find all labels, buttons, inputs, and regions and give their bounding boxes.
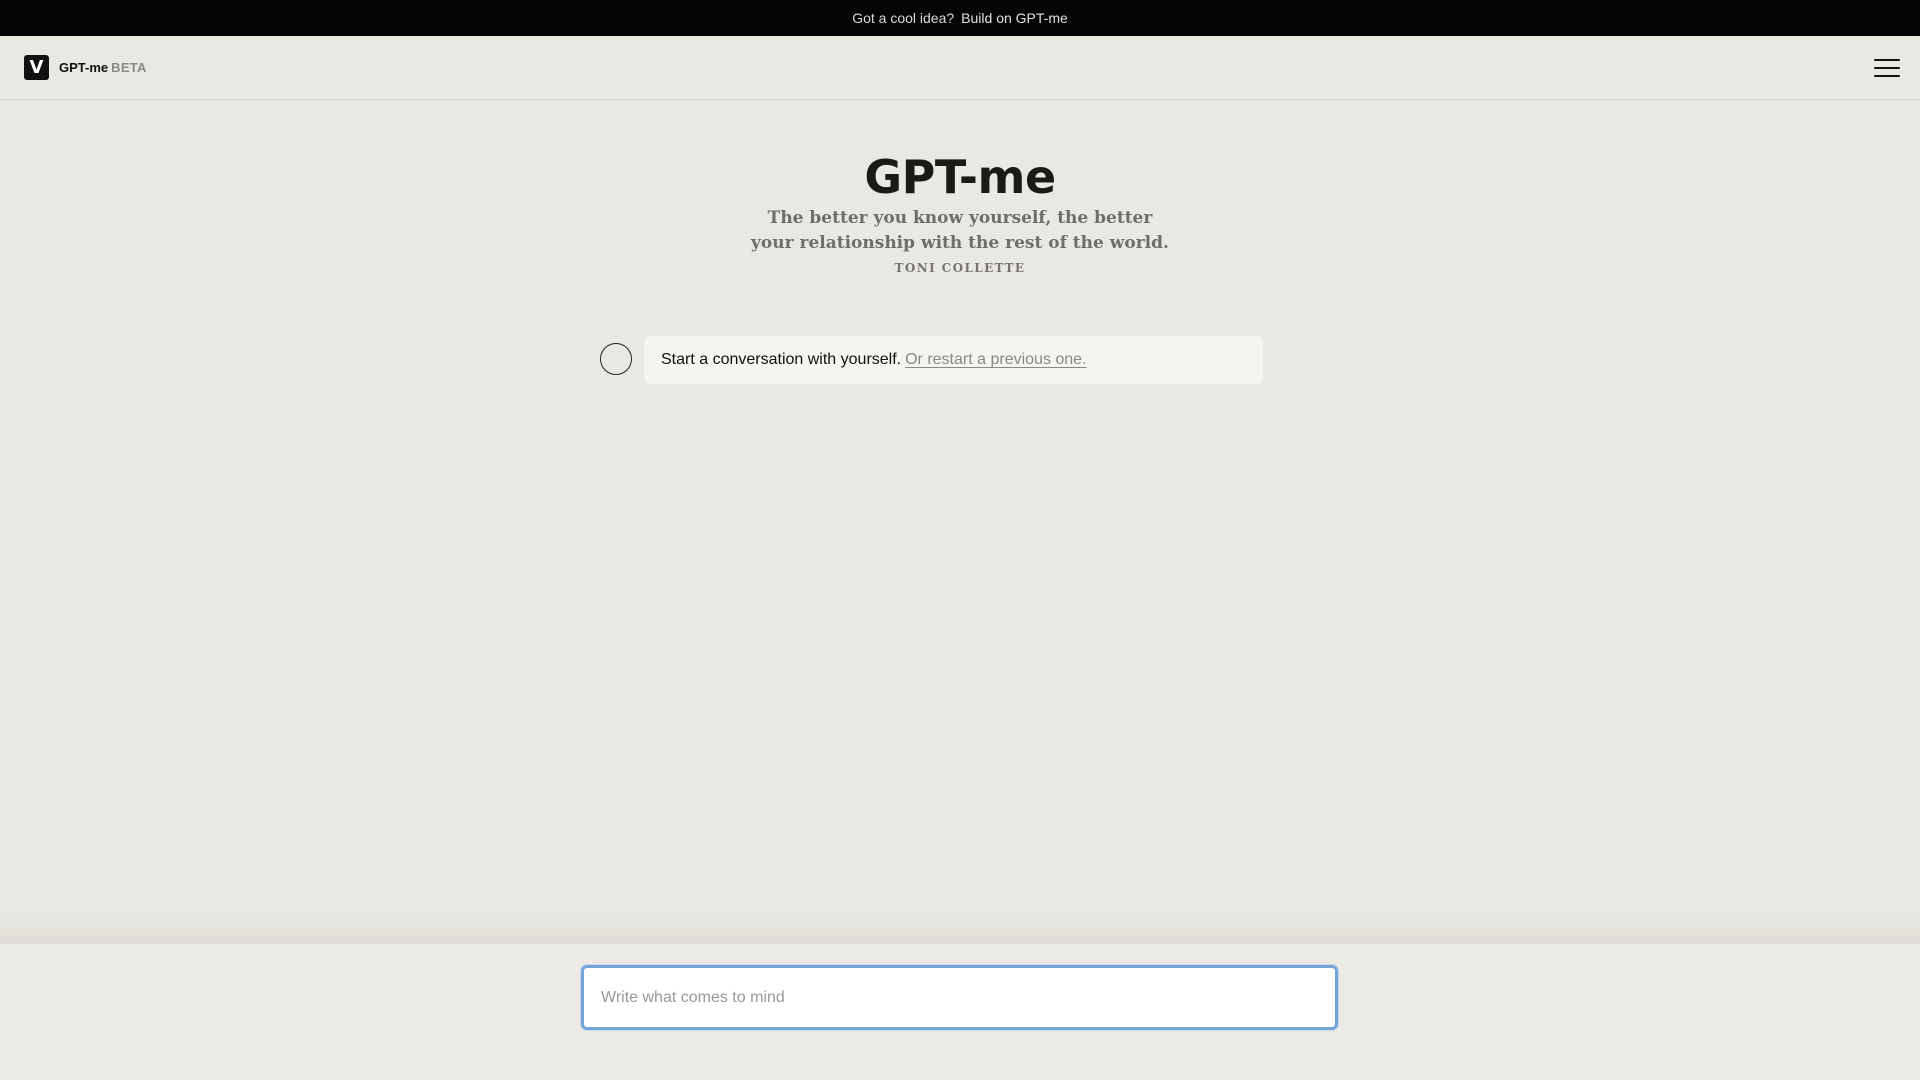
beta-badge: BETA <box>111 60 147 75</box>
brand-name[interactable]: GPT-me <box>59 60 108 75</box>
hamburger-menu-icon[interactable] <box>1874 56 1900 80</box>
message-input-wrapper <box>581 965 1338 1030</box>
logo-icon[interactable]: V <box>24 55 49 80</box>
quote: The better you know yourself, the better… <box>0 206 1920 256</box>
avatar-icon <box>600 343 632 375</box>
quote-line-1: The better you know yourself, the better <box>767 208 1153 228</box>
menu-line <box>1874 75 1900 77</box>
quote-line-2: your relationship with the rest of the w… <box>751 233 1169 253</box>
menu-line <box>1874 67 1900 69</box>
announcement-bar: Got a cool idea? Build on GPT-me <box>0 0 1920 36</box>
message-input[interactable] <box>584 968 1335 1027</box>
restart-conversation-link[interactable]: Or restart a previous one. <box>905 351 1086 369</box>
page-title: GPT-me <box>864 150 1056 204</box>
announcement-text: Got a cool idea? <box>852 10 955 26</box>
build-on-link[interactable]: Build on GPT-me <box>961 10 1068 26</box>
conversation-message: Start a conversation with yourself. Or r… <box>644 336 1263 384</box>
top-nav: V GPT-me BETA <box>0 36 1920 100</box>
quote-attribution: TONI COLLETTE <box>894 261 1026 275</box>
conversation-prompt: Start a conversation with yourself. <box>661 351 902 368</box>
composer-fade <box>0 910 1920 944</box>
menu-line <box>1874 59 1900 61</box>
